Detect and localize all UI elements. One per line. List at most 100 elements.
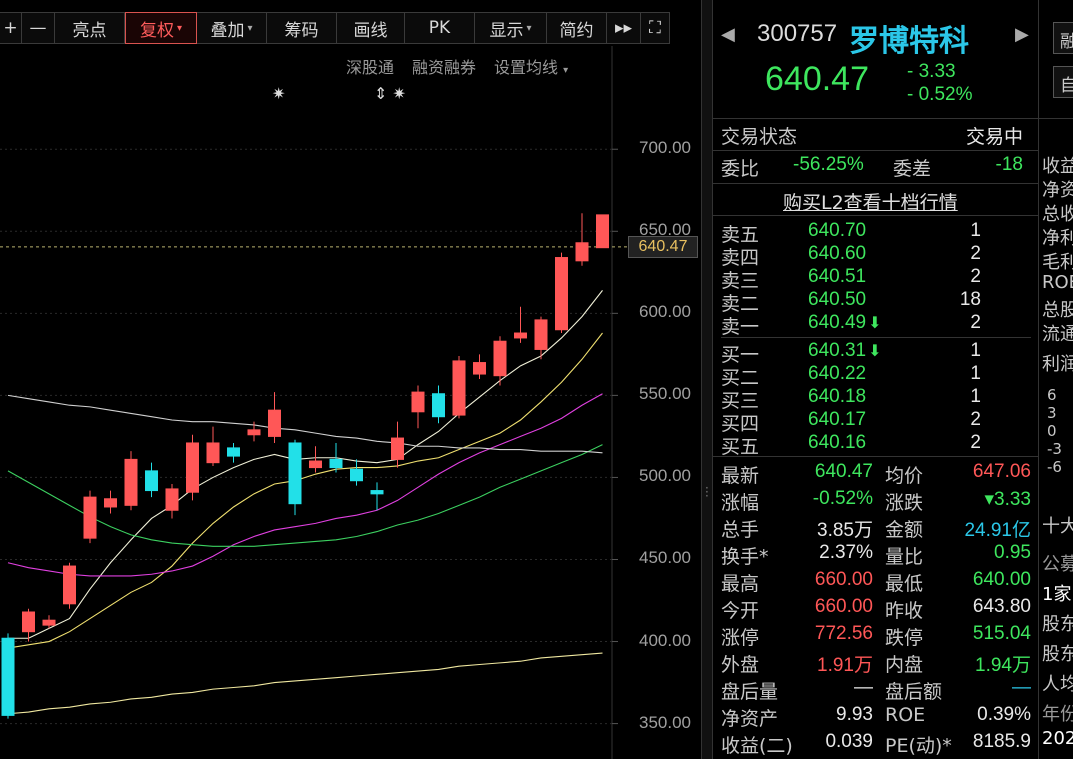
divider (713, 150, 1038, 151)
profit-axis-label: -6 (1047, 458, 1062, 476)
candle-body (514, 332, 527, 339)
quote-panel: ◀ 300757 罗博特科 ▶ 640.47 - 3.33 - 0.52% 交易… (713, 0, 1038, 759)
bid-row[interactable]: 买四 640.17 2 (721, 409, 981, 435)
kline-chart[interactable]: ✷ ⇕ ✷ (0, 0, 700, 759)
year-value: 202 (1042, 728, 1073, 749)
stat-value: 640.00 (972, 569, 1031, 590)
divider (721, 337, 1031, 338)
drag-handle-icon: · · · (705, 481, 709, 503)
trade-status-label: 交易状态 (721, 126, 798, 148)
stat-label: 盘后额 (885, 681, 943, 703)
margin-button[interactable]: 融 (1053, 22, 1073, 54)
level-label: 买五 (721, 436, 760, 458)
candle-body (206, 442, 220, 464)
candle-body (473, 362, 486, 375)
candle-body (370, 490, 384, 495)
l2-purchase-link[interactable]: 购买L2查看十档行情 (783, 188, 958, 215)
quote-row: 涨停 772.56 跌停 515.04 (721, 623, 1031, 650)
level-volume: 1 (970, 340, 981, 361)
stat-value: 2.37% (819, 542, 873, 563)
stat-value: 0.95 (994, 542, 1031, 563)
year-header: 年份 (1042, 704, 1073, 725)
bid-row[interactable]: 买二 640.22 1 (721, 363, 981, 389)
finance-label: 净利 (1042, 228, 1073, 249)
self-select-button[interactable]: 自 (1053, 66, 1073, 98)
holder-label-1: 股东 (1042, 614, 1073, 635)
candle-body (22, 611, 35, 633)
finance-label: 收益 (1042, 156, 1073, 177)
ask-row[interactable]: 卖三 640.51 2 (721, 266, 981, 292)
profit-section-title: 利润 (1042, 354, 1073, 375)
divider (1039, 118, 1073, 119)
stat-label: ROE (885, 704, 926, 726)
ma-settings-link[interactable]: 设置均线 ▾ (494, 54, 568, 78)
ask-row[interactable]: 卖一 640.49 ⬇ 2 (721, 312, 981, 338)
prev-stock-icon[interactable]: ◀ (721, 24, 735, 45)
profit-axis-label: 0 (1047, 422, 1057, 440)
panel-splitter[interactable]: · · · (701, 0, 713, 759)
candle-body (42, 619, 56, 626)
top10-section-title: 十大 (1042, 516, 1073, 537)
divider (713, 118, 1038, 119)
stat-label: 净资产 (721, 708, 779, 730)
ask-row[interactable]: 卖四 640.60 2 (721, 243, 981, 269)
stat-label: 金额 (885, 519, 924, 541)
quote-row: 外盘 1.91万 内盘 1.94万 (721, 650, 1031, 677)
quote-row: 最高 660.00 最低 640.00 (721, 569, 1031, 596)
stat-label: 最高 (721, 573, 760, 595)
price-change: - 3.33 (907, 61, 956, 82)
level-volume: 2 (970, 409, 981, 430)
price-change-pct: - 0.52% (907, 84, 973, 105)
stat-value: 660.00 (814, 596, 873, 617)
stat-label: 盘后量 (721, 681, 779, 703)
stat-label: 换手* (721, 546, 769, 568)
stat-label: 最低 (885, 573, 924, 595)
avg-holding-label: 人均 (1042, 674, 1073, 695)
level-volume: 1 (970, 220, 981, 241)
level-price: 640.49 ⬇ (808, 312, 882, 333)
ma-line-3 (7, 444, 603, 547)
stat-value: 3.85万 (817, 520, 873, 541)
candle-body (247, 429, 261, 436)
holder-label-2: 股东 (1042, 644, 1073, 665)
ma-line-1 (7, 332, 603, 649)
candle-body (350, 468, 363, 482)
candle-body (165, 488, 179, 511)
y-tick-label: 350.00 (639, 712, 691, 732)
last-price-tag: 640.47 (628, 235, 698, 258)
trade-status-value: 交易中 (965, 127, 1023, 148)
candle-body (329, 458, 343, 469)
margin-trading-link[interactable]: 融资融券 (412, 54, 476, 78)
candle-body (411, 391, 425, 413)
bid-row[interactable]: 买五 640.16 2 (721, 432, 981, 458)
fund-label: 公募 (1042, 554, 1073, 575)
trade-status-row: 交易状态 交易中 (721, 122, 1031, 148)
level-volume: 18 (959, 289, 981, 310)
fund-count: 1家 (1042, 584, 1072, 605)
bid-row[interactable]: 买一 640.31 ⬇ 1 (721, 340, 981, 366)
quote-row: 盘后量 — 盘后额 — (721, 677, 1031, 704)
stat-value: ▾3.33 (984, 489, 1031, 510)
stat-value: 8185.9 (972, 731, 1031, 752)
next-stock-icon[interactable]: ▶ (1015, 24, 1029, 45)
stat-value: 772.56 (814, 623, 873, 644)
y-tick-label: 600.00 (639, 302, 691, 322)
stat-label: 最新 (721, 465, 760, 487)
bid-row[interactable]: 买三 640.18 1 (721, 386, 981, 412)
stock-code: 300757 (757, 20, 838, 47)
quote-row: 收益(二) 0.039 PE(动)* 8185.9 (721, 731, 1031, 758)
level-price: 640.17 (808, 409, 867, 430)
profit-axis-label: 3 (1047, 404, 1057, 422)
ma-line-5 (7, 652, 603, 715)
ask-row[interactable]: 卖五 640.70 1 (721, 220, 981, 246)
weibi-row: 委比 -56.25% 委差 -18 (721, 154, 1031, 180)
level-price: 640.70 (808, 220, 867, 241)
stat-label: PE(动)* (885, 735, 952, 757)
shenggutong-link[interactable]: 深股通 (346, 54, 394, 78)
candle-body (534, 319, 548, 350)
ask-row[interactable]: 卖二 640.50 18 (721, 289, 981, 315)
stat-label: 今开 (721, 600, 760, 622)
stat-label: 跌停 (885, 627, 924, 649)
quote-row: 总手 3.85万 金额 24.91亿 (721, 515, 1031, 542)
profit-axis-label: 6 (1047, 386, 1057, 404)
